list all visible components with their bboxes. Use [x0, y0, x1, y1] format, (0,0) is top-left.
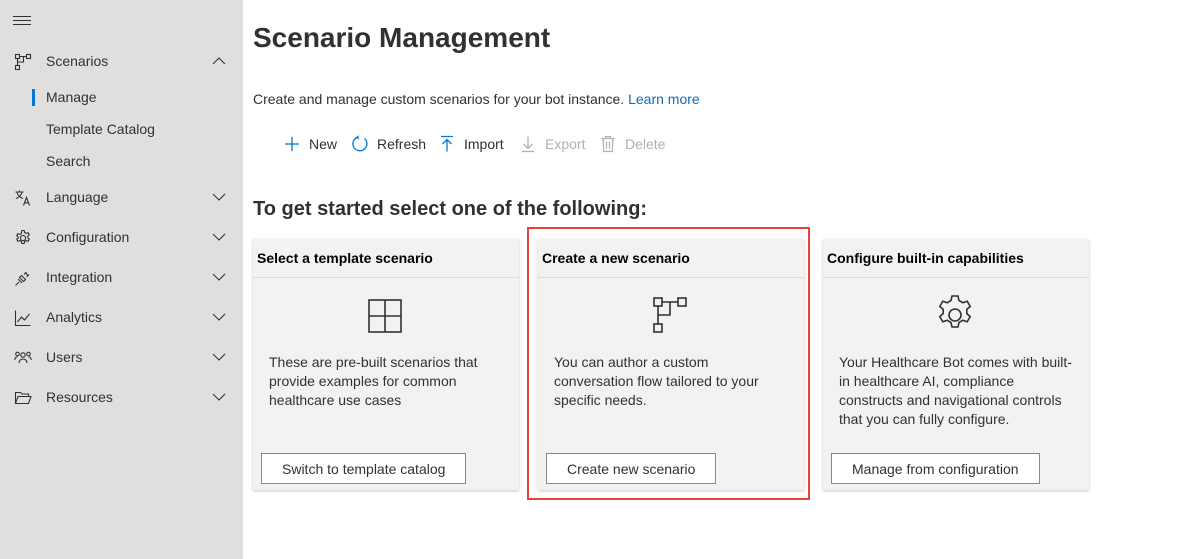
upload-icon [441, 135, 453, 152]
sidebar-item-label: Resources [46, 389, 113, 405]
chevron-up-icon[interactable] [212, 55, 226, 67]
export-label: Export [545, 136, 586, 152]
chevron-down-icon[interactable] [212, 351, 226, 363]
sidebar-item-label: Language [46, 189, 109, 205]
sidebar-subitem-label: Search [46, 153, 91, 169]
gear-icon [15, 229, 31, 245]
template-scenario-card: Select a template scenario These are pre… [253, 239, 519, 490]
folder-icon [14, 391, 32, 405]
chart-icon [14, 310, 31, 327]
new-label: New [309, 136, 338, 152]
switch-to-template-catalog-button[interactable]: Switch to template catalog [261, 453, 467, 484]
plug-icon [15, 271, 30, 286]
gear-icon [938, 295, 972, 328]
import-button[interactable]: Import [438, 133, 504, 155]
description-text: Create and manage custom scenarios for y… [253, 91, 625, 107]
section-heading: To get started select one of the followi… [253, 198, 648, 220]
sidebar-item-label: Analytics [46, 309, 103, 325]
users-icon [14, 351, 32, 364]
grid-icon [368, 299, 402, 333]
download-icon [522, 136, 534, 153]
sidebar-subitem-manage[interactable]: Manage [0, 83, 243, 111]
sidebar-subitem-template-catalog[interactable]: Template Catalog [0, 115, 243, 143]
app-root: Scenarios Manage Template Catalog Search… [0, 0, 1187, 559]
chevron-down-icon[interactable] [212, 271, 226, 283]
sidebar-item-label: Users [46, 349, 83, 365]
plus-icon [285, 137, 299, 151]
page-title: Scenario Management [253, 22, 551, 53]
highlight-box [527, 227, 810, 500]
sidebar-subitem-label: Template Catalog [46, 121, 155, 137]
language-icon [15, 190, 31, 206]
card-description: These are pre-built scenarios that provi… [269, 354, 478, 408]
delete-button[interactable]: Delete [599, 133, 665, 155]
chevron-down-icon[interactable] [212, 231, 226, 243]
sidebar-item-analytics[interactable]: Analytics [0, 301, 243, 333]
export-button[interactable]: Export [519, 133, 585, 155]
manage-from-configuration-button[interactable]: Manage from configuration [831, 453, 1040, 484]
built-in-capabilities-card: Configure built-in capabilities Your Hea… [823, 239, 1089, 490]
sidebar-item-label: Integration [46, 269, 113, 285]
sidebar-item-scenarios[interactable]: Scenarios [0, 45, 243, 77]
sidebar-subitem-search[interactable]: Search [0, 147, 243, 175]
active-indicator [32, 89, 35, 106]
refresh-button[interactable]: Refresh [351, 133, 426, 155]
sidebar-item-label: Scenarios [46, 53, 109, 69]
chevron-down-icon[interactable] [212, 391, 226, 403]
hamburger-menu-icon[interactable] [13, 13, 31, 29]
chevron-down-icon[interactable] [212, 311, 226, 323]
import-label: Import [464, 136, 504, 152]
card-title: Select a template scenario [257, 250, 433, 266]
sidebar: Scenarios Manage Template Catalog Search… [0, 0, 243, 559]
refresh-icon [352, 135, 368, 152]
page-description: Create and manage custom scenarios for y… [253, 91, 700, 107]
sidebar-item-configuration[interactable]: Configuration [0, 221, 243, 253]
card-divider [253, 277, 519, 278]
sidebar-item-integration[interactable]: Integration [0, 261, 243, 293]
sidebar-item-users[interactable]: Users [0, 341, 243, 373]
trash-icon [601, 135, 615, 153]
card-title: Configure built-in capabilities [827, 250, 1024, 266]
flow-icon [14, 53, 32, 71]
sidebar-item-label: Configuration [46, 229, 130, 245]
card-description: Your Healthcare Bot comes with built-in … [839, 354, 1072, 427]
new-button[interactable]: New [283, 133, 337, 155]
refresh-label: Refresh [377, 136, 427, 152]
delete-label: Delete [625, 136, 666, 152]
learn-more-link[interactable]: Learn more [628, 91, 700, 107]
sidebar-item-resources[interactable]: Resources [0, 381, 243, 413]
sidebar-subitem-label: Manage [46, 89, 97, 105]
card-divider [823, 277, 1089, 278]
chevron-down-icon[interactable] [212, 191, 226, 203]
sidebar-item-language[interactable]: Language [0, 181, 243, 213]
